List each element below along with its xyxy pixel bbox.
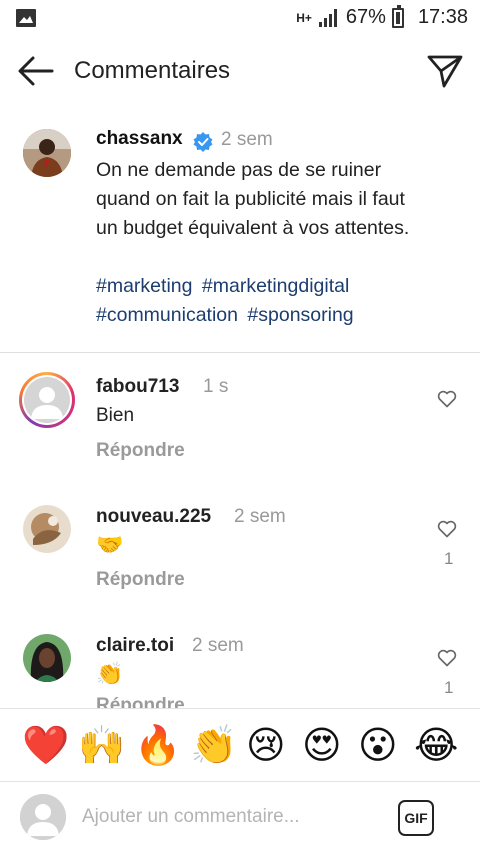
emoji-button-heart-eyes[interactable]: 😍 [302, 725, 342, 767]
status-bar: H+ 67% 17:38 [0, 0, 480, 38]
battery-icon [391, 4, 404, 28]
battery-percent: 67% [345, 6, 386, 28]
avatar[interactable] [23, 634, 71, 682]
emoji-quick-bar: ❤️ 🙌 🔥 👏 😢 😍 😮 😂 [0, 708, 480, 782]
like-heart-icon[interactable] [437, 649, 457, 667]
hashtag-link[interactable]: #communication [96, 304, 238, 326]
post-caption: chassanx 2 sem On ne demande pas de se r… [0, 112, 480, 352]
emoji-button-crying[interactable]: 😢 [246, 725, 286, 767]
signal-icon [318, 8, 337, 27]
emoji-button-fire[interactable]: 🔥 [134, 725, 181, 767]
like-count: 1 [444, 678, 454, 697]
avatar[interactable] [23, 129, 71, 177]
post-text: On ne demande pas de se ruiner quand on … [96, 159, 410, 239]
gif-button[interactable]: GIF [398, 800, 434, 836]
comment-time: 2 sem [234, 506, 286, 527]
like-count: 1 [444, 549, 454, 568]
comment-text: Bien [96, 405, 135, 426]
reply-button[interactable]: Répondre [96, 569, 185, 591]
hashtag-link[interactable]: #sponsoring [247, 304, 353, 326]
comment-time: 1 s [203, 376, 229, 397]
back-arrow-icon[interactable] [16, 54, 56, 88]
verified-badge-icon [193, 132, 213, 152]
post-username[interactable]: chassanx [96, 128, 183, 150]
hashtag-link[interactable]: #marketingdigital [202, 275, 349, 297]
send-icon[interactable] [426, 52, 464, 90]
comment-composer: Ajouter un commentaire... GIF [0, 782, 480, 854]
image-notification-icon [16, 9, 36, 27]
comment-time: 2 sem [192, 635, 244, 656]
like-heart-icon[interactable] [437, 390, 457, 408]
top-bar: Commentaires [0, 40, 480, 102]
avatar[interactable] [23, 505, 71, 553]
reply-button[interactable]: Répondre [96, 440, 185, 462]
comment-text: 👏 [96, 661, 124, 686]
comment-input[interactable]: Ajouter un commentaire... [82, 806, 300, 828]
emoji-button-heart[interactable]: ❤️ [22, 725, 69, 767]
post-hashtags: #marketing #marketingdigital #communicat… [96, 272, 456, 330]
post-time: 2 sem [221, 129, 273, 150]
emoji-button-laughing[interactable]: 😂 [414, 725, 458, 767]
network-type: H+ [296, 10, 312, 25]
comment-username[interactable]: fabou713 [96, 376, 179, 398]
hashtag-link[interactable]: #marketing [96, 275, 192, 297]
avatar[interactable] [19, 372, 75, 428]
emoji-button-clap[interactable]: 👏 [190, 725, 237, 767]
comment-username[interactable]: claire.toi [96, 635, 174, 657]
divider [0, 352, 480, 353]
clock: 17:38 [417, 6, 468, 28]
page-title: Commentaires [74, 57, 231, 84]
comment-text: 🤝 [96, 532, 124, 557]
comment-username[interactable]: nouveau.225 [96, 506, 211, 528]
like-heart-icon[interactable] [437, 520, 457, 538]
avatar [20, 794, 66, 840]
emoji-button-surprised[interactable]: 😮 [358, 725, 398, 767]
emoji-button-raised-hands[interactable]: 🙌 [78, 725, 125, 767]
